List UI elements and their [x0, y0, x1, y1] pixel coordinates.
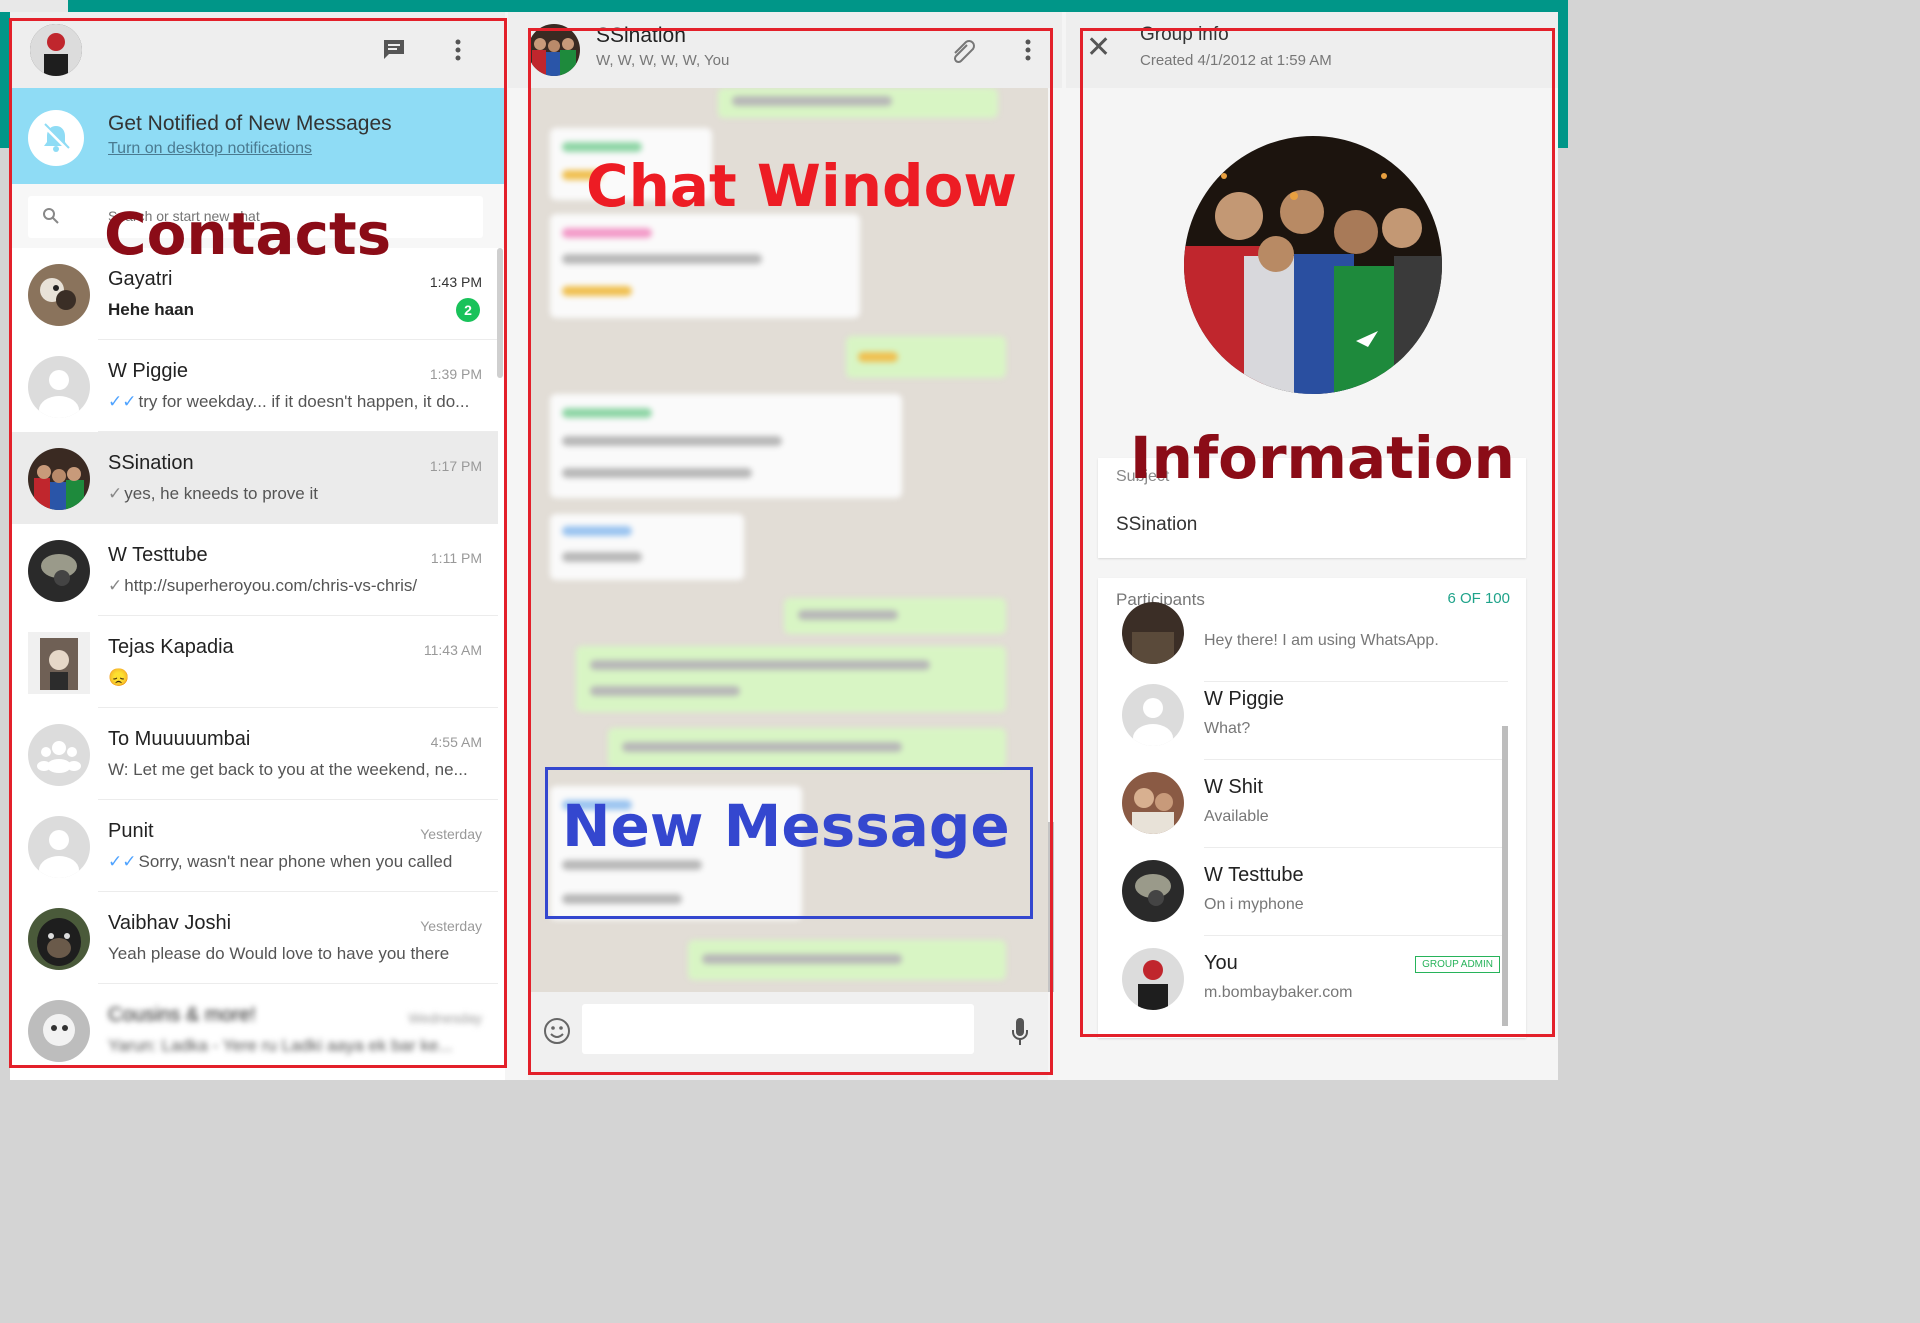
contacts-annotation-frame — [9, 18, 507, 1068]
whatsapp-web-annotated-screenshot: Get Notified of New Messages Turn on des… — [0, 0, 1568, 1080]
contacts-annotation-label: Contacts — [104, 200, 392, 268]
information-annotation-frame — [1080, 28, 1555, 1037]
top-corner-strip — [0, 0, 68, 12]
information-annotation-label: Information — [1130, 424, 1515, 492]
new-message-annotation-label: New Message — [562, 792, 1010, 860]
chat-window-annotation-label: Chat Window — [586, 152, 1018, 220]
